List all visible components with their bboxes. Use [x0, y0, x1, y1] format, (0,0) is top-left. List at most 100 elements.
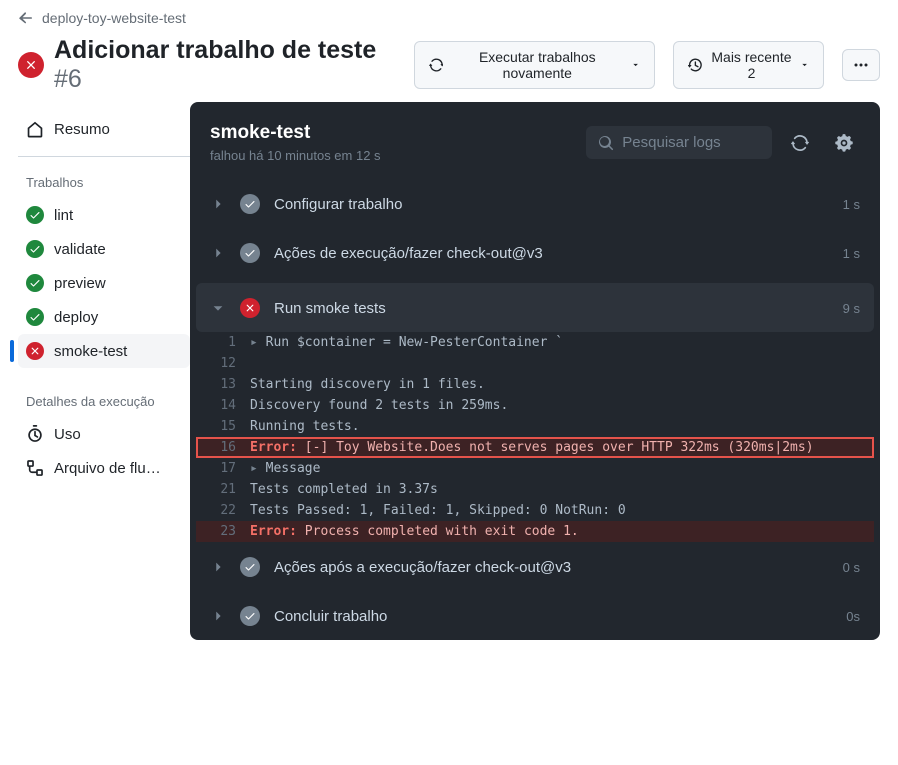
step-name: Run smoke tests: [274, 300, 829, 317]
breadcrumb-back[interactable]: deploy-toy-website-test: [18, 10, 880, 26]
x-circle-icon: [240, 298, 260, 318]
log-linenum: 21: [196, 482, 250, 497]
step-duration: 1 s: [843, 246, 860, 261]
log-content: Running tests.: [250, 419, 874, 434]
step-duration: 1 s: [843, 197, 860, 212]
sidebar-job-label: lint: [54, 207, 73, 224]
chevron-right-icon: [210, 608, 226, 624]
workflow-icon: [26, 459, 44, 477]
breadcrumb-label: deploy-toy-website-test: [42, 10, 186, 26]
check-circle-icon: [26, 274, 44, 292]
log-linenum: 12: [196, 356, 250, 371]
step-duration: 9 s: [843, 301, 860, 316]
history-icon: [688, 57, 703, 73]
run-status-fail-icon: [18, 52, 44, 78]
step-name: Concluir trabalho: [274, 608, 832, 625]
job-subtitle: falhou há 10 minutos em 12 s: [210, 148, 381, 163]
log-linenum: 13: [196, 377, 250, 392]
kebab-horizontal-icon: [853, 57, 869, 73]
step-row[interactable]: Configurar trabalho 1 s: [190, 179, 880, 228]
sync-icon: [791, 134, 809, 152]
log-content: Error: [-] Toy Website.Does not serves p…: [250, 440, 874, 455]
x-circle-icon: [26, 342, 44, 360]
log-line: 15Running tests.: [196, 416, 874, 437]
sidebar-details-header: Detalhes da execução: [18, 386, 190, 417]
log-search-input[interactable]: Pesquisar logs: [586, 126, 772, 159]
sidebar-job-label: preview: [54, 275, 106, 292]
chevron-down-icon: [210, 300, 226, 316]
caret-down-icon: [631, 60, 640, 70]
rerun-jobs-button[interactable]: Executar trabalhos novamente: [414, 41, 656, 89]
log-line: 13Starting discovery in 1 files.: [196, 374, 874, 395]
sidebar-job-label: deploy: [54, 309, 98, 326]
log-linenum: 17: [196, 461, 250, 476]
check-circle-icon: [240, 606, 260, 626]
log-content: Tests completed in 3.37s: [250, 482, 874, 497]
sidebar-usage-label: Uso: [54, 426, 81, 443]
chevron-right-icon: [210, 245, 226, 261]
sidebar-job-label: smoke-test: [54, 343, 127, 360]
step-duration: 0 s: [843, 560, 860, 575]
log-line: 14Discovery found 2 tests in 259ms.: [196, 395, 874, 416]
chevron-right-icon: [210, 559, 226, 575]
search-icon: [598, 135, 614, 151]
sidebar-summary-label: Resumo: [54, 121, 110, 138]
log-line: 22Tests Passed: 1, Failed: 1, Skipped: 0…: [196, 500, 874, 521]
step-name: Configurar trabalho: [274, 196, 829, 213]
step-name: Ações após a execução/fazer check-out@v3: [274, 559, 829, 576]
step-row[interactable]: Ações de execução/fazer check-out@v3 1 s: [190, 228, 880, 277]
sidebar-workflow-file[interactable]: Arquivo de flu…: [18, 451, 190, 485]
caret-down-icon: [800, 60, 809, 70]
sidebar-usage[interactable]: Uso: [18, 417, 190, 451]
sidebar-workflow-label: Arquivo de flu…: [54, 460, 161, 477]
sidebar-summary[interactable]: Resumo: [18, 112, 190, 146]
sidebar-job-lint[interactable]: lint: [18, 198, 190, 232]
log-settings-button[interactable]: [828, 127, 860, 159]
refresh-logs-button[interactable]: [784, 127, 816, 159]
sidebar-job-preview[interactable]: preview: [18, 266, 190, 300]
log-content: ▸ Run $container = New-PesterContainer `: [250, 335, 874, 350]
log-linenum: 16: [196, 440, 250, 455]
check-circle-icon: [240, 194, 260, 214]
step-duration: 0s: [846, 609, 860, 624]
sidebar-job-deploy[interactable]: deploy: [18, 300, 190, 334]
check-circle-icon: [26, 206, 44, 224]
page-title: Adicionar trabalho de teste #6: [54, 36, 386, 94]
log-line: 1▸ Run $container = New-PesterContainer …: [196, 332, 874, 353]
gear-icon: [835, 134, 853, 152]
log-output: 1▸ Run $container = New-PesterContainer …: [196, 332, 874, 542]
step-row[interactable]: Run smoke tests 9 s: [196, 283, 874, 332]
log-linenum: 15: [196, 419, 250, 434]
chevron-right-icon: [210, 196, 226, 212]
log-content: Discovery found 2 tests in 259ms.: [250, 398, 874, 413]
log-line: 17▸ Message: [196, 458, 874, 479]
log-search-placeholder: Pesquisar logs: [622, 134, 720, 151]
log-content: Starting discovery in 1 files.: [250, 377, 874, 392]
sidebar-job-label: validate: [54, 241, 106, 258]
sidebar-job-validate[interactable]: validate: [18, 232, 190, 266]
log-content: Error: Process completed with exit code …: [250, 524, 874, 539]
log-line: 16Error: [-] Toy Website.Does not serves…: [196, 437, 874, 458]
step-name: Ações de execução/fazer check-out@v3: [274, 245, 829, 262]
step-row[interactable]: Ações após a execução/fazer check-out@v3…: [190, 542, 880, 591]
log-line: 21Tests completed in 3.37s: [196, 479, 874, 500]
log-line: 12: [196, 353, 874, 374]
log-content: [250, 356, 874, 371]
check-circle-icon: [240, 243, 260, 263]
arrow-left-icon: [18, 10, 34, 26]
log-content: Tests Passed: 1, Failed: 1, Skipped: 0 N…: [250, 503, 874, 518]
check-circle-icon: [26, 308, 44, 326]
log-linenum: 22: [196, 503, 250, 518]
log-linenum: 14: [196, 398, 250, 413]
check-circle-icon: [240, 557, 260, 577]
sidebar-jobs-header: Trabalhos: [18, 167, 190, 198]
job-title: smoke-test: [210, 122, 381, 144]
check-circle-icon: [26, 240, 44, 258]
latest-attempt-button[interactable]: Mais recente 2: [673, 41, 824, 89]
stopwatch-icon: [26, 425, 44, 443]
kebab-menu-button[interactable]: [842, 49, 880, 81]
step-row[interactable]: Concluir trabalho 0s: [190, 591, 880, 640]
log-line: 23Error: Process completed with exit cod…: [196, 521, 874, 542]
log-linenum: 23: [196, 524, 250, 539]
sidebar-job-smoke-test[interactable]: smoke-test: [18, 334, 190, 368]
